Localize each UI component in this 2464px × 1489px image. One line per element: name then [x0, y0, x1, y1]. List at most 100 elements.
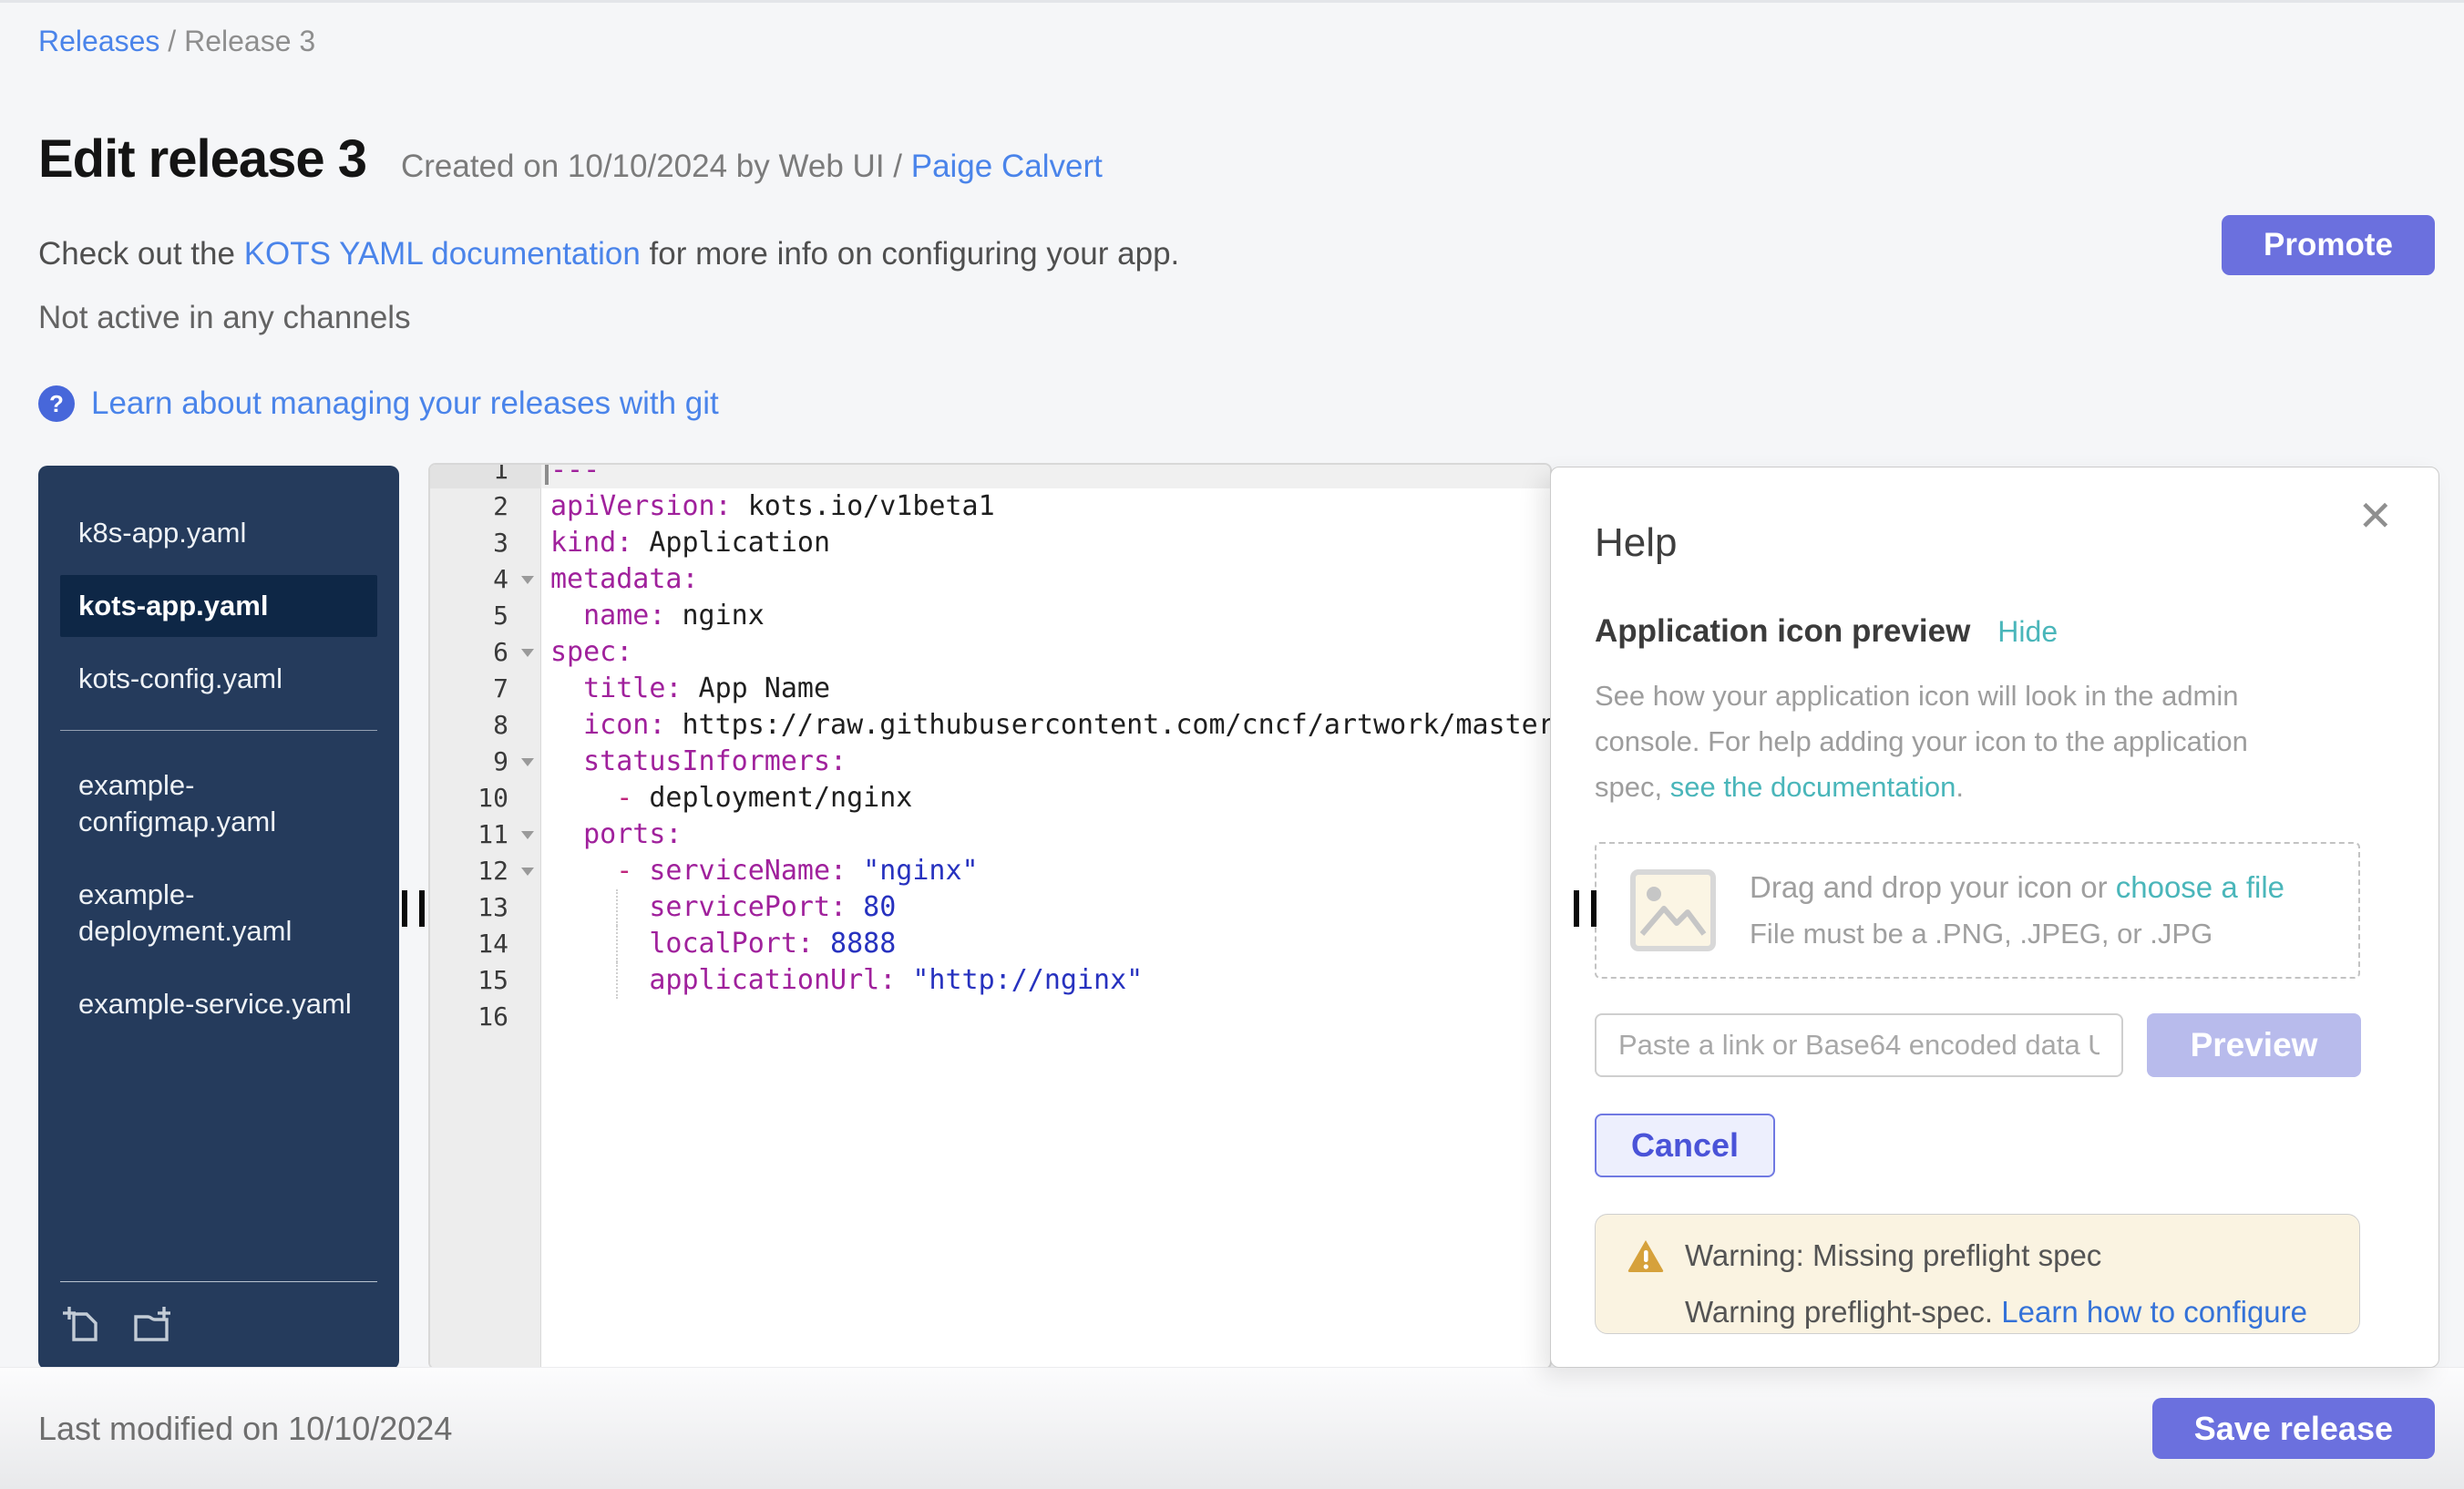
kots-yaml-docs-link[interactable]: KOTS YAML documentation: [244, 236, 641, 272]
preflight-warning-box: Warning: Missing preflight spec Warning …: [1595, 1214, 2360, 1334]
file-item-example-deployment.yaml[interactable]: example-deployment.yaml: [60, 864, 377, 962]
file-tree-divider: [60, 730, 377, 731]
promote-button[interactable]: Promote: [2222, 215, 2435, 275]
docs-line: Check out the KOTS YAML documentation fo…: [38, 236, 1179, 272]
file-item-kots-config.yaml[interactable]: kots-config.yaml: [60, 648, 377, 710]
gutter-line-16: 16: [430, 999, 541, 1035]
fold-arrow-icon[interactable]: [521, 576, 534, 584]
help-panel-resize-handle[interactable]: [1574, 890, 1597, 927]
code-line-15[interactable]: applicationUrl: "http://nginx": [541, 962, 1550, 999]
code-line-8[interactable]: icon: https://raw.githubusercontent.com/…: [541, 707, 1550, 744]
question-circle-icon: ?: [38, 385, 75, 422]
save-release-button[interactable]: Save release: [2152, 1398, 2435, 1459]
new-file-icon[interactable]: [60, 1302, 104, 1346]
code-line-16[interactable]: [541, 999, 1550, 1035]
file-item-k8s-app.yaml[interactable]: k8s-app.yaml: [60, 502, 377, 564]
author-link[interactable]: Paige Calvert: [911, 149, 1103, 184]
gutter-line-1: 1: [430, 463, 541, 488]
icon-url-row: Preview: [1595, 1013, 2395, 1077]
icon-preview-description: See how your application icon will look …: [1595, 673, 2315, 811]
docs-suffix: for more info on configuring your app.: [641, 236, 1179, 272]
dropzone-text: Drag and drop your icon or choose a file…: [1750, 870, 2284, 950]
gutter-line-5: 5: [430, 598, 541, 634]
code-line-13[interactable]: servicePort: 80: [541, 889, 1550, 926]
indent-guide: [616, 889, 618, 926]
file-tree-files: k8s-app.yaml kots-app.yaml kots-config.yam…: [60, 502, 377, 710]
gutter-line-8: 8: [430, 707, 541, 744]
code-line-12[interactable]: - serviceName: "nginx": [541, 853, 1550, 889]
gutter-line-4[interactable]: 4: [430, 561, 541, 598]
gutter-line-9[interactable]: 9: [430, 744, 541, 780]
icon-preview-section-header: Application icon preview Hide: [1595, 613, 2395, 650]
breadcrumb-current: Release 3: [184, 25, 315, 57]
file-item-example-service.yaml[interactable]: example-service.yaml: [60, 973, 377, 1035]
dropzone-filetypes: File must be a .PNG, .JPEG, or .JPG: [1750, 918, 2284, 950]
channel-status: Not active in any channels: [38, 300, 411, 336]
fold-arrow-icon[interactable]: [521, 868, 534, 876]
code-line-6[interactable]: spec:: [541, 634, 1550, 671]
edit-release-page: Releases / Release 3 Edit release 3 Crea…: [0, 0, 2464, 1489]
file-tree-examples: example-configmap.yaml example-deployment…: [60, 755, 377, 1035]
file-tree-actions: [60, 1281, 377, 1346]
created-line: Created on 10/10/2024 by Web UI / Paige …: [401, 149, 1103, 185]
help-panel: ✕ Help Application icon preview Hide See…: [1550, 467, 2439, 1368]
icon-dropzone[interactable]: Drag and drop your icon or choose a file…: [1595, 842, 2360, 979]
text-cursor: [545, 463, 549, 485]
gutter-line-6[interactable]: 6: [430, 634, 541, 671]
yaml-editor[interactable]: 12345678910111213141516 ---apiVersion: k…: [428, 463, 1552, 1370]
code-lines[interactable]: ---apiVersion: kots.io/v1beta1kind: Appl…: [541, 463, 1550, 1035]
indent-guide: [616, 962, 618, 999]
gutter-line-7: 7: [430, 671, 541, 707]
image-placeholder-icon: [1629, 868, 1717, 952]
dropzone-instruction: Drag and drop your icon or: [1750, 870, 2116, 904]
created-text: Created on 10/10/2024 by Web UI /: [401, 149, 911, 184]
gutter-line-12[interactable]: 12: [430, 853, 541, 889]
code-line-11[interactable]: ports:: [541, 816, 1550, 853]
last-modified-text: Last modified on 10/10/2024: [38, 1410, 452, 1448]
indent-guide: [616, 926, 618, 962]
code-line-2[interactable]: apiVersion: kots.io/v1beta1: [541, 488, 1550, 525]
gutter-line-10: 10: [430, 780, 541, 816]
gutter-line-14: 14: [430, 926, 541, 962]
docs-prefix: Check out the: [38, 236, 244, 272]
see-documentation-link[interactable]: see the documentation: [1670, 771, 1956, 803]
code-line-3[interactable]: kind: Application: [541, 525, 1550, 561]
git-help-row[interactable]: ? Learn about managing your releases wit…: [38, 385, 719, 422]
code-line-9[interactable]: statusInformers:: [541, 744, 1550, 780]
fold-arrow-icon[interactable]: [521, 758, 534, 766]
cancel-button[interactable]: Cancel: [1595, 1114, 1775, 1177]
help-title: Help: [1595, 520, 2395, 566]
code-line-1[interactable]: ---: [541, 463, 1550, 488]
code-line-14[interactable]: localPort: 8888: [541, 926, 1550, 962]
file-item-example-configmap.yaml[interactable]: example-configmap.yaml: [60, 755, 377, 853]
gutter-line-13: 13: [430, 889, 541, 926]
gutter-line-2: 2: [430, 488, 541, 525]
code-line-4[interactable]: metadata:: [541, 561, 1550, 598]
choose-file-link[interactable]: choose a file: [2116, 870, 2284, 904]
close-icon[interactable]: ✕: [2357, 495, 2393, 537]
warning-body: Warning preflight-spec.: [1685, 1295, 2001, 1329]
new-folder-icon[interactable]: [129, 1302, 173, 1346]
fold-arrow-icon[interactable]: [521, 831, 534, 839]
hide-link[interactable]: Hide: [1997, 615, 2058, 649]
fold-arrow-icon[interactable]: [521, 649, 534, 657]
code-line-10[interactable]: - deployment/nginx: [541, 780, 1550, 816]
gutter-line-11[interactable]: 11: [430, 816, 541, 853]
editor-left-resize-handle[interactable]: [402, 890, 426, 927]
gutter-line-3: 3: [430, 525, 541, 561]
file-tree-sidebar: k8s-app.yaml kots-app.yaml kots-config.yam…: [38, 466, 399, 1370]
gutter-line-15: 15: [430, 962, 541, 999]
file-item-kots-app.yaml[interactable]: kots-app.yaml: [60, 575, 377, 637]
code-line-5[interactable]: name: nginx: [541, 598, 1550, 634]
git-releases-link[interactable]: Learn about managing your releases with …: [91, 385, 719, 422]
code-line-7[interactable]: title: App Name: [541, 671, 1550, 707]
warning-title: Warning: Missing preflight spec: [1685, 1238, 2101, 1273]
preview-button[interactable]: Preview: [2147, 1013, 2361, 1077]
icon-preview-title: Application icon preview: [1595, 613, 1970, 650]
learn-configure-link[interactable]: Learn how to configure: [2001, 1295, 2307, 1329]
breadcrumb-separator: /: [159, 25, 184, 57]
warning-triangle-icon: [1627, 1238, 1665, 1273]
breadcrumb-releases-link[interactable]: Releases: [38, 25, 159, 57]
icon-url-input[interactable]: [1595, 1013, 2123, 1077]
breadcrumb: Releases / Release 3: [38, 25, 315, 58]
